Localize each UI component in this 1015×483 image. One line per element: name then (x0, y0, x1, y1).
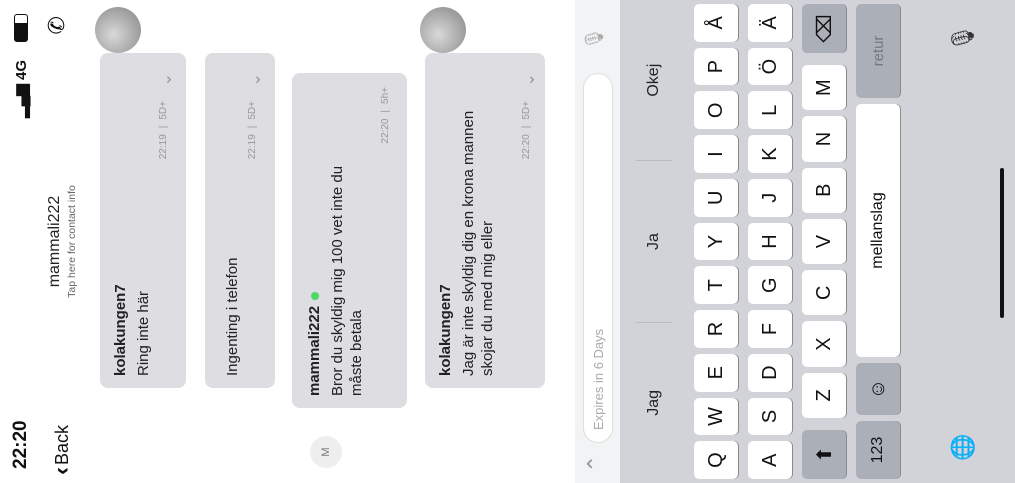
contact-info-link[interactable]: Tap here for contact info (66, 0, 78, 483)
phone-screen-rotated: 22:20 ▂▄▆ 4G ‹ Back mammali222 Tap here … (0, 0, 1015, 483)
key-å[interactable]: Å (694, 4, 738, 42)
suggestion-bar: Jag Ja Okej (620, 0, 688, 483)
suggestion[interactable]: Ja (620, 161, 688, 321)
message-bubble[interactable]: kolakungen7 Ring inte här 22:19 | 5D+ ⌄ (100, 53, 186, 388)
suggestion[interactable]: Jag (620, 323, 688, 483)
numbers-key[interactable]: 123 (856, 421, 900, 479)
message-status: 5h+ (380, 87, 391, 104)
chevron-down-icon[interactable]: ⌄ (245, 73, 265, 86)
chevron-up-icon[interactable]: ⌃ (583, 455, 609, 473)
key-x[interactable]: X (802, 321, 846, 367)
status-time: 22:20 (10, 420, 31, 469)
key-y[interactable]: Y (694, 222, 738, 261)
message-bubble[interactable]: kolakungen7 Jag är inte skyldig dig en k… (425, 53, 545, 388)
message-sender: mammali222 (306, 291, 323, 396)
space-bar[interactable]: mellanslag (856, 104, 900, 357)
key-o[interactable]: O (694, 91, 738, 130)
message-status: 5D+ (521, 101, 532, 120)
key-l[interactable]: L (748, 91, 792, 130)
message-meta: 22:20 | 5h+ (380, 87, 391, 144)
avatar (420, 7, 466, 53)
return-key[interactable]: retur (856, 4, 900, 98)
message-meta: 22:19 | 5D+ (247, 101, 258, 160)
key-c[interactable]: C (802, 270, 846, 316)
key-a[interactable]: A (748, 441, 792, 479)
message-meta: 22:20 | 5D+ (521, 101, 532, 160)
avatar (95, 7, 141, 53)
keyboard: Q W E R T Y U I O P Å A S D F G H J K L Ö Ä ⬆ Z X C V B N M ⌫ 123 ☺ mella… (688, 0, 1015, 483)
message-sender-name: mammali222 (306, 305, 323, 396)
network-type: 4G (13, 60, 30, 81)
message-time: 22:19 (158, 134, 169, 160)
key-k[interactable]: K (748, 135, 792, 173)
message-status: 5D+ (158, 101, 169, 120)
key-r[interactable]: R (694, 310, 738, 348)
globe-icon[interactable]: 🌐 (950, 434, 976, 461)
key-j[interactable]: J (748, 178, 792, 217)
key-t[interactable]: T (694, 266, 738, 305)
message-time: 22:20 (521, 134, 532, 160)
key-i[interactable]: I (694, 135, 738, 173)
screen: 22:20 ▂▄▆ 4G ‹ Back mammali222 Tap here … (0, 0, 1015, 483)
key-b[interactable]: B (802, 167, 846, 213)
key-ö[interactable]: Ö (748, 47, 792, 86)
message-input[interactable]: Expires in 6 Days (583, 73, 613, 443)
message-text: Bror du skyldig mig 100 vet inte du måst… (329, 165, 365, 396)
message-meta: 22:19 | 5D+ (158, 101, 169, 160)
suggestion[interactable]: Okej (620, 0, 688, 160)
key-s[interactable]: S (748, 397, 792, 436)
battery-icon (14, 14, 28, 42)
key-v[interactable]: V (802, 218, 846, 265)
suggestion-divider (636, 321, 672, 323)
network-indicator: ▂▄▆ 4G (12, 60, 30, 118)
chevron-down-icon[interactable]: ⌄ (156, 73, 176, 86)
suggestion-divider (636, 160, 672, 162)
message-sender: kolakungen7 (112, 284, 129, 376)
key-h[interactable]: H (748, 222, 792, 261)
message-time: 22:20 (380, 118, 391, 144)
online-status-icon (311, 291, 320, 300)
microphone-icon[interactable]: 🎙 (584, 27, 605, 50)
contact-title[interactable]: mammali222 (46, 0, 64, 483)
emoji-key[interactable]: ☺ (856, 363, 900, 415)
key-d[interactable]: D (748, 353, 792, 392)
key-w[interactable]: W (694, 397, 738, 436)
message-text: Ring inte här (135, 290, 152, 376)
shift-key[interactable]: ⬆ (802, 429, 846, 479)
backspace-key[interactable]: ⌫ (802, 4, 846, 54)
message-text: Jag är inte skyldig dig en krona mannen … (460, 110, 496, 376)
message-text: Ingenting i telefon (224, 257, 241, 376)
home-indicator (1000, 168, 1004, 318)
message-bubble[interactable]: Ingenting i telefon 22:19 | 5D+ ⌄ (205, 53, 275, 388)
key-f[interactable]: F (748, 310, 792, 348)
key-z[interactable]: Z (802, 372, 846, 418)
message-status: 5D+ (247, 101, 258, 120)
chevron-down-icon[interactable]: ⌄ (519, 73, 539, 86)
dictation-icon[interactable]: 🎙 (950, 24, 976, 52)
key-n[interactable]: N (802, 116, 846, 162)
key-ä[interactable]: Ä (748, 4, 792, 42)
key-g[interactable]: G (748, 266, 792, 305)
key-p[interactable]: P (694, 47, 738, 86)
message-bubble[interactable]: mammali222 Bror du skyldig mig 100 vet i… (292, 73, 407, 408)
phone-icon[interactable]: ✆ (44, 16, 70, 34)
avatar: M (310, 436, 342, 468)
key-q[interactable]: Q (694, 441, 738, 479)
key-m[interactable]: M (802, 65, 846, 111)
key-e[interactable]: E (694, 353, 738, 392)
key-u[interactable]: U (694, 178, 738, 217)
message-sender: kolakungen7 (437, 284, 454, 376)
signal-bars-icon: ▂▄▆ (13, 84, 30, 118)
message-time: 22:19 (247, 134, 258, 160)
